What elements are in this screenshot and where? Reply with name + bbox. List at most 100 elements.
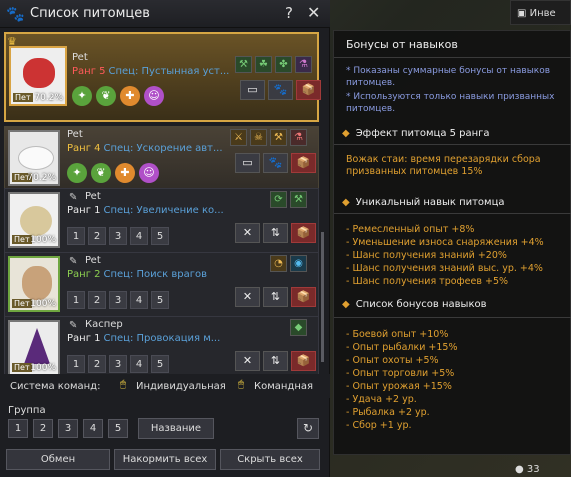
skill-slot-number[interactable]: 4 (130, 355, 148, 373)
ride-button[interactable]: ▭ (235, 153, 260, 173)
summon-button[interactable]: ✕ (235, 351, 260, 371)
skill-slot-number[interactable]: 2 (88, 227, 106, 245)
skill-slot-1[interactable]: ⚔ (230, 129, 247, 146)
note-1: * Показаны суммарные бонусы от навыков п… (346, 66, 551, 88)
exchange-button[interactable]: Обмен (6, 449, 110, 470)
pet-card[interactable]: Пет 70.2% Pet Ранг 4 Спец: Ускорение авт.… (4, 126, 319, 192)
hide-all-button[interactable]: Скрыть всех (220, 449, 320, 470)
skill-icon-a[interactable]: ✦ (72, 86, 92, 106)
seal-button[interactable]: 📦 (291, 153, 316, 173)
summon-button[interactable]: ✕ (235, 287, 260, 307)
spec-text: Спец: Поиск врагов (103, 269, 208, 280)
individual-option[interactable]: Индивидуальная (136, 381, 226, 392)
pet-card[interactable]: Пет 100% ✎ Pet Ранг 1 Спец: Увеличение ко… (4, 188, 319, 254)
skill-slot-4[interactable]: ⚗ (295, 56, 312, 73)
skill-icon-b[interactable]: ❦ (96, 86, 116, 106)
skill-slot-number[interactable]: 1 (67, 291, 85, 309)
seal-button[interactable]: 📦 (291, 351, 316, 371)
pet-name: Каспер (85, 319, 123, 330)
paw-button[interactable]: ⇅ (263, 351, 288, 371)
diamond-icon: ◆ (342, 299, 350, 310)
pet-avatar: Пет 100% (8, 320, 60, 376)
close-button[interactable]: ✕ (307, 3, 320, 22)
skill-slot-number[interactable]: 3 (109, 291, 127, 309)
skill-slot-1[interactable]: ◔ (270, 255, 287, 272)
rename-icon[interactable]: ✎ (69, 256, 81, 268)
skill-slot-number[interactable]: 5 (151, 291, 169, 309)
group-button-2[interactable]: 2 (33, 419, 53, 438)
skill-icon-d[interactable]: ☺ (139, 163, 159, 183)
seal-button[interactable]: 📦 (291, 223, 316, 243)
pet-hunger: 100% (30, 299, 56, 309)
feed-all-button[interactable]: Накормить всех (114, 449, 216, 470)
skill-slot-4[interactable]: ⚗ (290, 129, 307, 146)
pet-rank: Ранг 1 Спец: Провокация м... (67, 333, 220, 344)
pet-image (18, 146, 54, 170)
unique-line: - Уменьшение износа снаряжения +4% (346, 237, 544, 248)
team-option[interactable]: Командная (254, 381, 313, 392)
bonus-line: - Опыт торговли +5% (346, 368, 455, 379)
section-title: Эффект питомца 5 ранга (355, 128, 490, 139)
skill-slot-2[interactable]: ⚒ (290, 191, 307, 208)
skill-slot-number[interactable]: 1 (67, 227, 85, 245)
divider (334, 144, 571, 145)
pet-avatar: Пет 70.2% (9, 46, 67, 106)
skill-slot-number[interactable]: 4 (130, 291, 148, 309)
skill-icon-c[interactable]: ✚ (115, 163, 135, 183)
skill-slot-number[interactable]: 3 (109, 355, 127, 373)
skill-slot-number[interactable]: 5 (151, 227, 169, 245)
group-button-3[interactable]: 3 (58, 419, 78, 438)
scrollbar[interactable] (321, 232, 324, 362)
skill-slot-number[interactable]: 5 (151, 355, 169, 373)
window-title: Список питомцев (30, 6, 150, 21)
title-bar[interactable]: 🐾 Список питомцев ? ✕ (0, 0, 330, 28)
ride-button[interactable]: ▭ (240, 80, 265, 100)
seal-button[interactable]: 📦 (296, 80, 321, 100)
summon-button[interactable]: ✕ (235, 223, 260, 243)
help-button[interactable]: ? (285, 4, 293, 22)
skill-slot-number[interactable]: 4 (130, 227, 148, 245)
divider (334, 317, 571, 318)
skill-slot-1[interactable]: ⟳ (270, 191, 287, 208)
group-button-4[interactable]: 4 (83, 419, 103, 438)
skill-slot-2[interactable]: ☠ (250, 129, 267, 146)
pet-avatar: Пет 100% (8, 256, 60, 312)
skill-slot-number[interactable]: 2 (88, 291, 106, 309)
group-button-1[interactable]: 1 (8, 419, 28, 438)
skill-slot-2[interactable]: ◉ (290, 255, 307, 272)
skill-slot-number[interactable]: 3 (109, 227, 127, 245)
skill-icon-c[interactable]: ✚ (120, 86, 140, 106)
skill-slot-1[interactable]: ◆ (290, 319, 307, 336)
pet-card[interactable]: ♛ Пет 70.2% Pet Ранг 5 Спец: Пустынная ус… (4, 32, 321, 122)
inventory-tab[interactable]: ▣ Инве (510, 0, 571, 25)
paw-button[interactable]: 🐾 (268, 80, 293, 100)
paw-button[interactable]: ⇅ (263, 287, 288, 307)
skill-slot-1[interactable]: ⚒ (235, 56, 252, 73)
pet-name: Pet (85, 191, 101, 202)
rename-icon[interactable]: ✎ (69, 192, 81, 204)
refresh-icon[interactable]: ↻ (297, 418, 319, 439)
rank-text: Ранг 4 (67, 143, 101, 154)
skill-slot-3[interactable]: ✤ (275, 56, 292, 73)
pet-avatar: Пет 100% (8, 192, 60, 248)
pet-card[interactable]: Пет 100% ✎ Pet Ранг 2 Спец: Поиск врагов … (4, 252, 319, 318)
rank-text: Ранг 1 (67, 205, 101, 216)
skill-icon-d[interactable]: ☺ (144, 86, 164, 106)
skill-icon-a[interactable]: ✦ (67, 163, 87, 183)
paw-button[interactable]: 🐾 (263, 153, 288, 173)
bonus-line: - Опыт рыбалки +15% (346, 342, 458, 353)
skill-icon-b[interactable]: ❦ (91, 163, 111, 183)
skill-slot-2[interactable]: ☘ (255, 56, 272, 73)
skill-slot-3[interactable]: ⚒ (270, 129, 287, 146)
seal-button[interactable]: 📦 (291, 287, 316, 307)
skill-slot-number[interactable]: 1 (67, 355, 85, 373)
pearl-icon: ● (515, 464, 527, 475)
skill-slot-number[interactable]: 2 (88, 355, 106, 373)
pet-card[interactable]: Пет 100% ✎ Каспер Ранг 1 Спец: Провокация… (4, 316, 319, 382)
pet-hunger: 100% (30, 363, 56, 373)
group-button-5[interactable]: 5 (108, 419, 128, 438)
paw-button[interactable]: ⇅ (263, 223, 288, 243)
rename-icon[interactable]: ✎ (69, 320, 81, 332)
note-2: * Используются только навыки призванных … (346, 92, 555, 114)
name-button[interactable]: Название (138, 418, 214, 439)
